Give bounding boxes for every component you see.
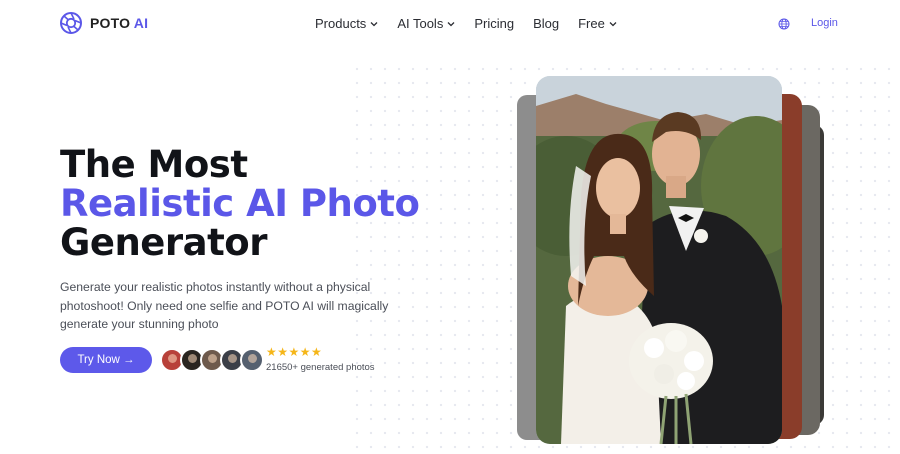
- login-link[interactable]: Login: [811, 17, 838, 29]
- top-navigation: POTO AI Products AI Tools Pricing Blog F…: [0, 0, 900, 48]
- avatar: [240, 348, 264, 372]
- hero-description: Generate your realistic photos instantly…: [60, 280, 389, 331]
- hero-title-line-2: Realistic AI Photo: [60, 182, 420, 225]
- brand-name: POTO AI: [90, 15, 149, 31]
- hero-title-line-1: The Most: [60, 143, 248, 186]
- nav-ai-tools[interactable]: AI Tools: [397, 16, 455, 31]
- nav-blog[interactable]: Blog: [533, 16, 559, 31]
- nav-ai-tools-label: AI Tools: [397, 16, 444, 31]
- hero-title-line-3: Generator: [60, 221, 267, 264]
- nav-blog-label: Blog: [533, 16, 560, 31]
- globe-icon[interactable]: [778, 18, 790, 30]
- nav-free-label: Free: [578, 16, 605, 31]
- hero-title: The Most Realistic AI Photo Generator: [60, 143, 420, 264]
- wedding-couple-photo: [536, 76, 782, 444]
- chevron-down-icon: [447, 21, 455, 26]
- try-now-button[interactable]: Try Now →: [60, 347, 152, 373]
- nav-free[interactable]: Free: [578, 16, 617, 31]
- aperture-logo-icon: [60, 12, 82, 34]
- chevron-down-icon: [609, 21, 617, 26]
- nav-links: Products AI Tools Pricing Blog Free: [315, 16, 636, 31]
- nav-products-label: Products: [315, 16, 367, 31]
- user-avatars: [160, 348, 264, 372]
- nav-products[interactable]: Products: [315, 16, 378, 31]
- nav-pricing-label: Pricing: [474, 16, 515, 31]
- nav-pricing[interactable]: Pricing: [474, 16, 514, 31]
- rating-stars-icon: ★★★★★: [266, 345, 323, 359]
- brand-logo[interactable]: POTO AI: [60, 12, 148, 34]
- generated-count: 21650+ generated photos: [266, 362, 375, 373]
- chevron-down-icon: [370, 21, 378, 26]
